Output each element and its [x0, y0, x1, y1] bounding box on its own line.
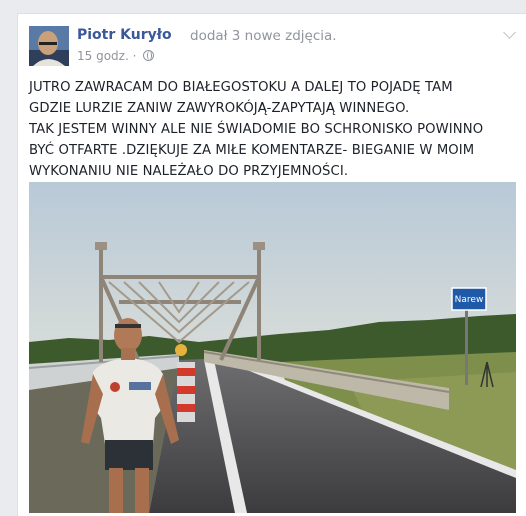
globe-icon[interactable]: [143, 50, 155, 61]
feed-post: Piotr Kuryło dodał 3 nowe zdjęcia. 15 go…: [17, 13, 526, 516]
photo-sign-text: Narew: [455, 295, 484, 305]
post-text-line: TAK JESTEM WINNY ALE NIE ŚWIADOMIE BO SC…: [29, 122, 484, 137]
post-text-line: BYĆ OTFARTE .DZIĘKUJE ZA MIŁE KOMENTARZE…: [29, 143, 475, 158]
post-text-line: JUTRO ZAWRACAM DO BIAŁEGOSTOKU A DALEJ T…: [29, 80, 453, 95]
chevron-down-icon[interactable]: [503, 26, 516, 39]
post-text-line: WYKONANIU NIE NALEŻAŁO DO PRZYJEMNOŚCI.: [29, 164, 349, 179]
author-name[interactable]: Piotr Kuryło: [77, 27, 172, 43]
post-text-line: GDZIE LURZIE ZANIW ZAWYROKÓJĄ-ZAPYTAJĄ W…: [29, 101, 410, 116]
post-action-text: dodał 3 nowe zdjęcia.: [190, 28, 337, 44]
photo-bridge-runner: Narew: [29, 182, 516, 513]
author-avatar[interactable]: [29, 26, 69, 66]
post-time[interactable]: 15 godz.: [77, 49, 129, 63]
post-photo[interactable]: Narew: [29, 182, 516, 513]
meta-separator: ·: [132, 49, 137, 63]
post-text: JUTRO ZAWRACAM DO BIAŁEGOSTOKU A DALEJ T…: [29, 77, 519, 182]
post-action: dodał 3 nowe zdjęcia.: [190, 28, 337, 44]
post-meta: 15 godz. ·: [77, 49, 155, 63]
